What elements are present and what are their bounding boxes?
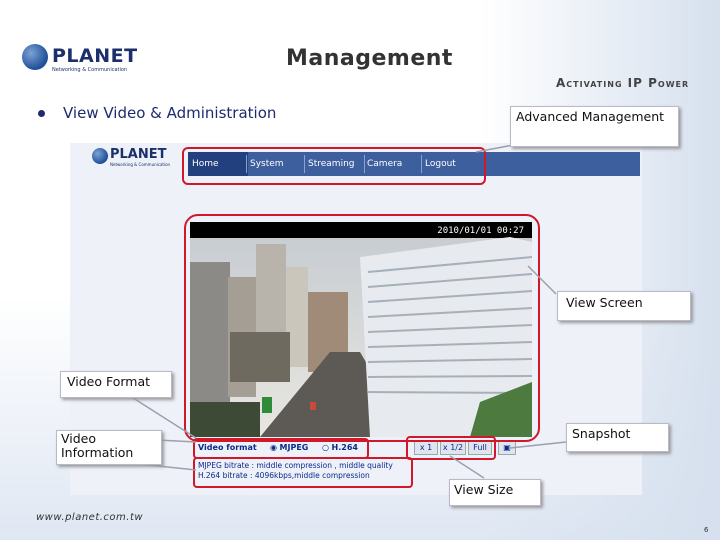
callout-view-screen: View Screen (557, 291, 691, 321)
page-number: 6 (704, 526, 709, 534)
callout-video-format: Video Format (60, 371, 172, 398)
callout-video-information: Video Information (56, 430, 162, 465)
footer-url[interactable]: www.planet.com.tw (36, 512, 143, 523)
callout-advanced-management: Advanced Management (510, 106, 679, 147)
callout-view-size: View Size (449, 479, 541, 506)
callout-snapshot: Snapshot (566, 423, 669, 452)
